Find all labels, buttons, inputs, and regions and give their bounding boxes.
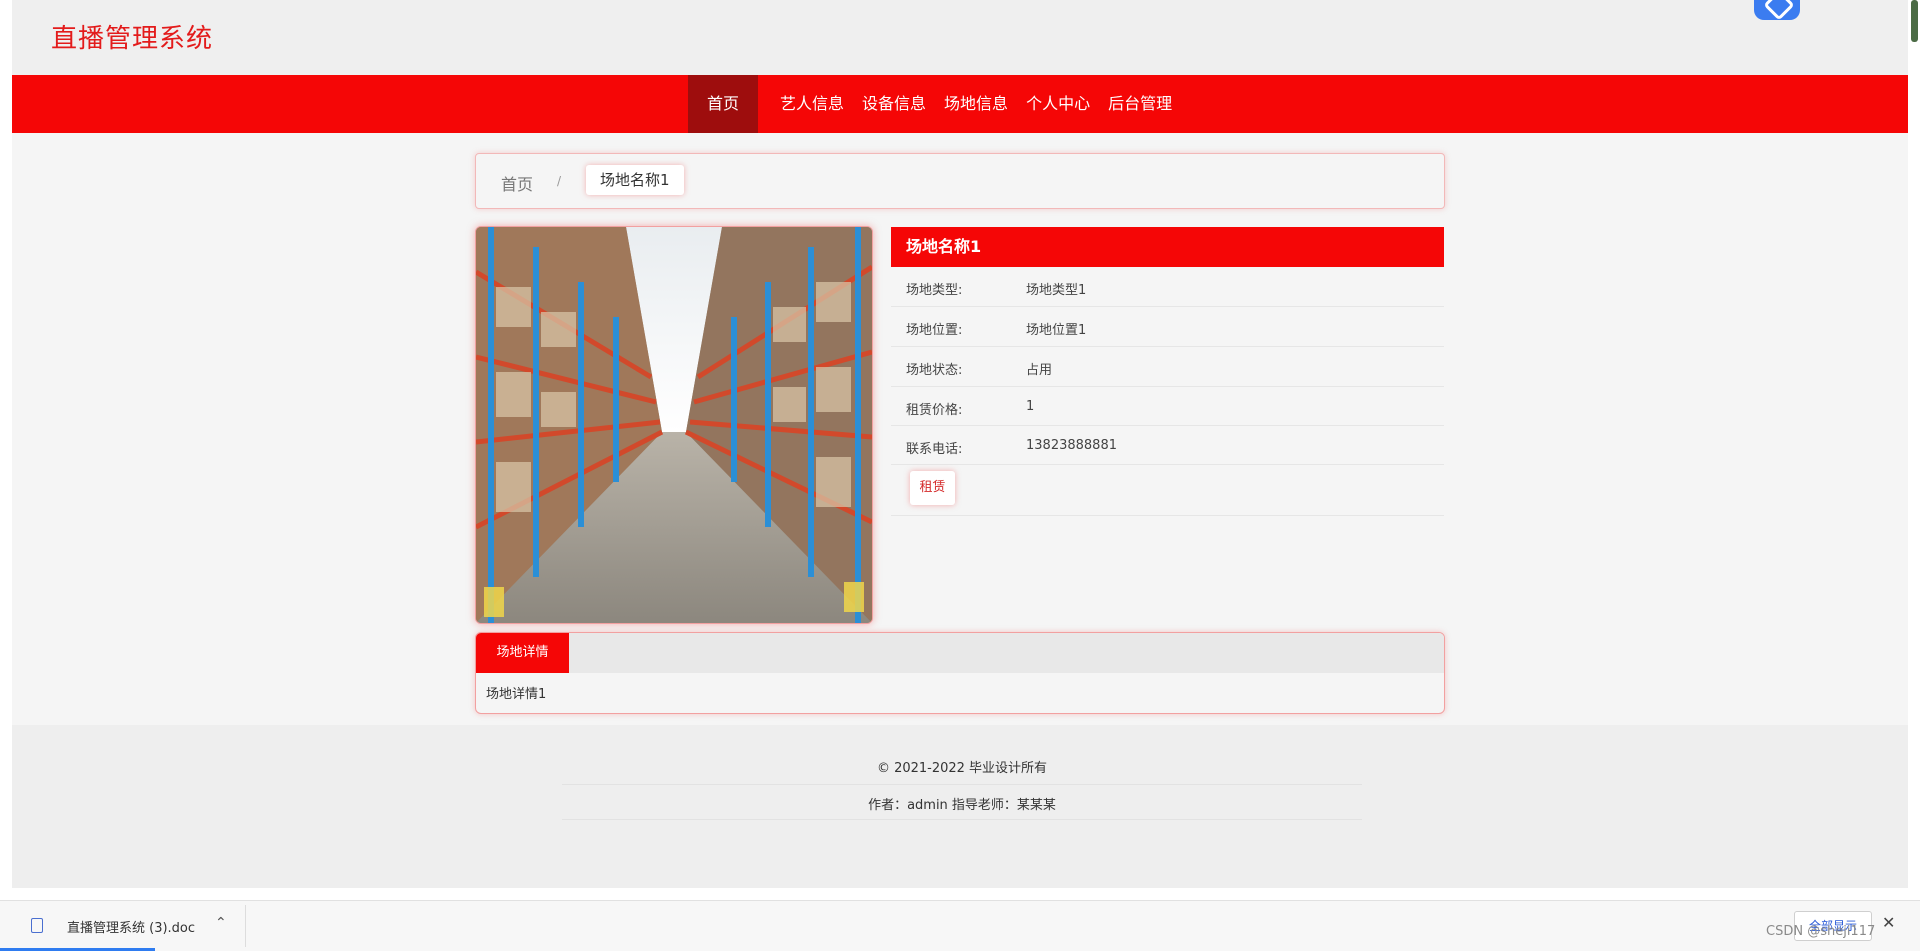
nav-item-profile[interactable]: 个人中心 (1017, 75, 1099, 133)
breadcrumb-current: 场地名称1 (586, 165, 684, 195)
info-row-phone: 联系电话: 13823888881 (891, 426, 1444, 465)
watermark-text: CSDN @sheji117 (1766, 924, 1876, 939)
download-divider (245, 905, 246, 947)
breadcrumb: 首页 / 场地名称1 (475, 153, 1445, 209)
browser-viewport: 直播管理系统 首页 艺人信息 设备信息 场地信息 个人中心 后台管理 首页 / … (12, 0, 1908, 888)
page-footer: © 2021-2022 毕业设计所有 作者：admin 指导老师：某某某 (12, 725, 1908, 888)
download-bar: 直播管理系统 (3).doc ⌃ 全部显示 ✕ (0, 900, 1920, 951)
info-label: 场地状态: (906, 363, 963, 378)
document-icon (31, 918, 43, 933)
venue-detail-section: 场地详情 场地详情1 (475, 632, 1445, 714)
footer-divider (562, 819, 1362, 820)
footer-divider (562, 784, 1362, 785)
download-file-name[interactable]: 直播管理系统 (3).doc (67, 917, 195, 936)
info-value: 1 (1026, 399, 1035, 414)
info-value: 占用 (1026, 363, 1053, 378)
nav-item-venues[interactable]: 场地信息 (935, 75, 1017, 133)
info-row-price: 租赁价格: 1 (891, 387, 1444, 426)
info-value: 场地位置1 (1026, 323, 1087, 338)
main-navbar: 首页 艺人信息 设备信息 场地信息 个人中心 后台管理 (12, 75, 1908, 133)
page-scrollbar[interactable] (1911, 0, 1918, 42)
tab-venue-detail[interactable]: 场地详情 (476, 633, 569, 673)
breadcrumb-separator: / (557, 174, 562, 188)
info-label: 场地类型: (906, 283, 963, 298)
info-value: 13823888881 (1026, 438, 1117, 453)
info-row-type: 场地类型: 场地类型1 (891, 267, 1444, 307)
nav-item-equipment[interactable]: 设备信息 (853, 75, 935, 133)
venue-title: 场地名称1 (891, 227, 1444, 267)
nav-item-home[interactable]: 首页 (688, 75, 759, 133)
rent-button[interactable]: 租赁 (910, 471, 955, 505)
info-label: 场地位置: (906, 323, 963, 338)
warehouse-image (476, 227, 872, 623)
venue-photo (475, 226, 873, 624)
info-row-location: 场地位置: 场地位置1 (891, 307, 1444, 347)
info-value: 场地类型1 (1026, 283, 1087, 298)
app-badge-icon[interactable] (1754, 0, 1800, 20)
nav-item-admin[interactable]: 后台管理 (1099, 75, 1181, 133)
chevron-up-icon[interactable]: ⌃ (215, 915, 227, 931)
site-title: 直播管理系统 (51, 24, 214, 54)
info-label: 联系电话: (906, 442, 963, 457)
nav-menu: 首页 艺人信息 设备信息 场地信息 个人中心 后台管理 (688, 75, 1181, 133)
footer-copyright: © 2021-2022 毕业设计所有 (876, 761, 1048, 776)
top-header: 直播管理系统 (12, 0, 1908, 75)
venue-info-panel: 场地名称1 场地类型: 场地类型1 场地位置: 场地位置1 场地状态: 占用 租… (891, 227, 1444, 516)
close-icon[interactable]: ✕ (1882, 913, 1895, 932)
footer-author: 作者：admin 指导老师：某某某 (868, 798, 1056, 813)
nav-item-artists[interactable]: 艺人信息 (771, 75, 853, 133)
venue-detail-content: 场地详情1 (486, 687, 547, 702)
info-row-status: 场地状态: 占用 (891, 347, 1444, 387)
detail-tab-bar: 场地详情 (476, 633, 1444, 673)
breadcrumb-home-link[interactable]: 首页 (501, 171, 533, 195)
info-label: 租赁价格: (906, 403, 963, 418)
action-row: 租赁 (891, 465, 1444, 516)
